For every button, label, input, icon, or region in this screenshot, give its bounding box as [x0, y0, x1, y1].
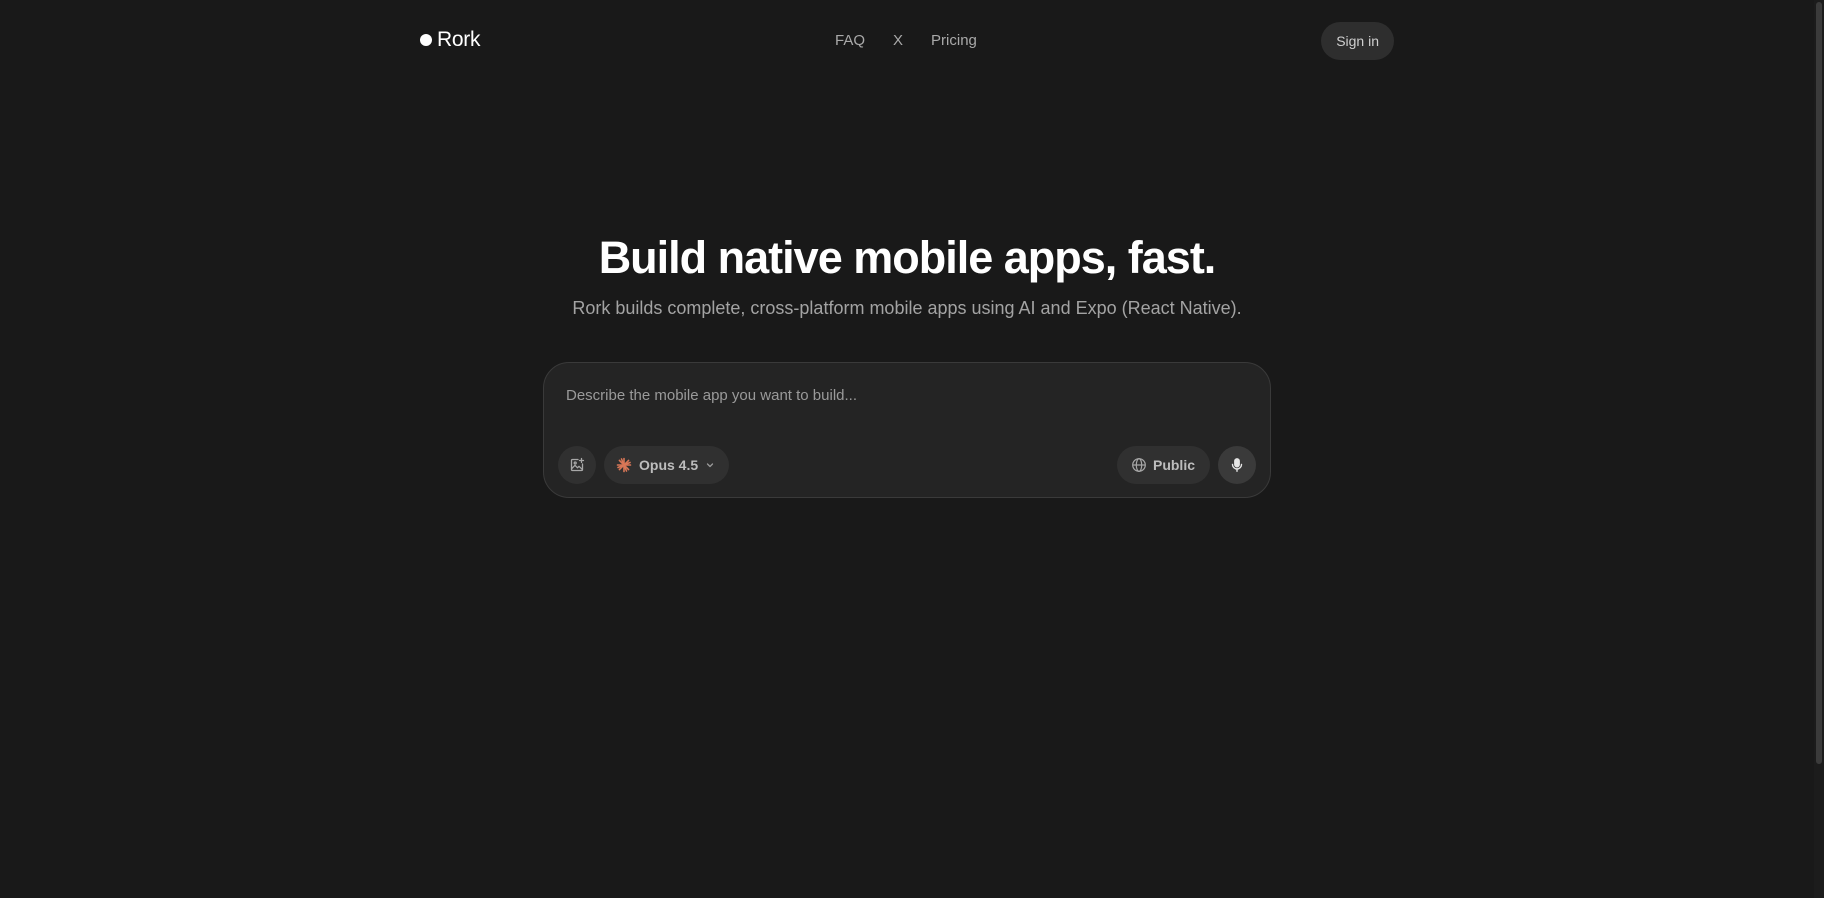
nav-x-link[interactable]: X: [893, 32, 903, 49]
main-nav: FAQ X Pricing: [835, 32, 977, 49]
anthropic-spark-icon: [616, 457, 632, 473]
nav-faq-link[interactable]: FAQ: [835, 32, 865, 49]
image-add-icon: [569, 457, 585, 473]
logo-link[interactable]: Rork: [420, 28, 480, 52]
scrollbar-thumb[interactable]: [1816, 2, 1822, 764]
logo-dot-icon: [420, 34, 432, 46]
chevron-down-icon: [705, 460, 715, 470]
nav-pricing-link[interactable]: Pricing: [931, 32, 977, 49]
visibility-toggle-button[interactable]: Public: [1116, 446, 1210, 484]
page-scrollbar[interactable]: [1814, 0, 1824, 898]
app-description-input[interactable]: [564, 385, 1248, 429]
voice-input-button[interactable]: [1218, 446, 1256, 484]
logo-text: Rork: [437, 28, 481, 51]
model-selector-button[interactable]: Opus 4.5: [604, 446, 730, 484]
microphone-icon: [1229, 457, 1245, 473]
globe-icon: [1131, 457, 1147, 473]
site-header: Rork FAQ X Pricing Sign in: [420, 22, 1394, 60]
hero-title: Build native mobile apps, fast.: [598, 232, 1217, 283]
page: Rork FAQ X Pricing Sign in Build native …: [0, 0, 1824, 898]
attach-image-button[interactable]: [558, 446, 596, 484]
visibility-label: Public: [1152, 457, 1195, 473]
hero-subtitle: Rork builds complete, cross-platform mob…: [572, 298, 1242, 318]
sign-in-button[interactable]: Sign in: [1321, 22, 1394, 60]
prompt-box: Opus 4.5 Public: [543, 362, 1271, 498]
model-label: Opus 4.5: [639, 457, 699, 473]
